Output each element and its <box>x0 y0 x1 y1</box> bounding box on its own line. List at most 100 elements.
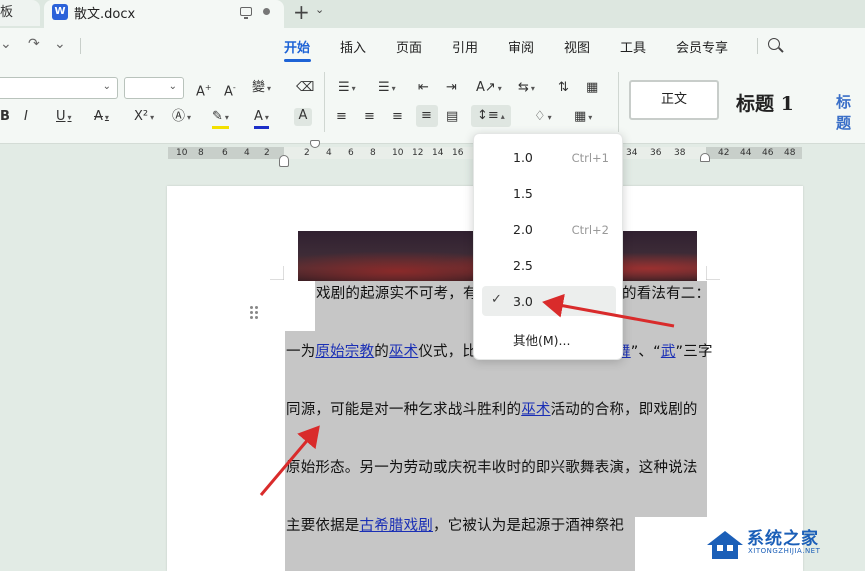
style-heading-2[interactable]: 标题 <box>836 91 865 133</box>
watermark-url: XITONGZHIJIA.NET <box>748 547 821 555</box>
redo-icon[interactable]: ↷ <box>28 36 40 52</box>
shading-bucket-icon[interactable]: ♢ ▾ <box>534 109 552 126</box>
underline-button[interactable]: U ▾ <box>56 109 72 126</box>
line-spacing-3-0[interactable]: ✓ 3.0 <box>482 286 616 316</box>
decrease-indent-icon[interactable]: ⇤ <box>418 80 429 96</box>
text-effect-icon[interactable]: Ⓐ ▾ <box>172 109 191 126</box>
line-spacing-menu: 1.0 Ctrl+1 1.5 2.0 Ctrl+2 2.5 ✓ 3.0 其他(M… <box>473 133 623 360</box>
check-icon: ✓ <box>491 292 502 307</box>
chevron-down-icon[interactable]: ⌄ <box>0 36 12 52</box>
italic-button[interactable]: I <box>24 109 28 125</box>
font-color-button[interactable]: A ▾ <box>254 109 269 129</box>
chevron-down-icon[interactable]: ⌄ <box>315 3 324 16</box>
doc-line-4: 原始形态。另一为劳动或庆祝丰收时的即兴歌舞表演，这种说法 <box>286 460 698 476</box>
doc-line-3: 同源，可能是对一种乞求战斗胜利的巫术活动的合称，即戏剧的 <box>286 401 698 419</box>
style-normal[interactable]: 正文 <box>629 80 719 120</box>
ruler-number: 14 <box>432 148 444 158</box>
align-right-icon[interactable]: ≡ <box>392 109 403 125</box>
word-document-icon: W <box>52 4 68 20</box>
text: 一为 <box>286 344 316 360</box>
house-logo-icon <box>707 531 743 559</box>
menu-page[interactable]: 页面 <box>396 37 422 56</box>
ruler-number: 8 <box>370 148 376 158</box>
superscript-button[interactable]: X² ▾ <box>134 109 154 126</box>
line-spacing-button[interactable]: ↕≡ ▴ <box>471 105 511 127</box>
ruler-number: 4 <box>244 148 250 158</box>
unsaved-dot-icon[interactable] <box>263 8 270 15</box>
link-primitive-religion[interactable]: 原始宗教 <box>315 344 374 360</box>
menu-row: ⌄ ↷ ⌄ 开始 插入 页面 引用 审阅 视图 工具 会员专享 <box>0 28 865 64</box>
left-indent-marker[interactable] <box>279 155 289 167</box>
link-greek-drama[interactable]: 古希腊戏剧 <box>360 518 434 534</box>
increase-font-icon[interactable]: A+ <box>196 80 212 100</box>
watermark-logo: 系统之家 XITONGZHIJIA.NET <box>705 519 855 567</box>
chevron-down-icon[interactable]: ⌄ <box>54 36 66 52</box>
numbered-list-icon[interactable]: ☰ ▾ <box>378 80 396 97</box>
menu-tools[interactable]: 工具 <box>620 37 646 56</box>
menu-home[interactable]: 开始 <box>284 37 310 56</box>
menu-review[interactable]: 审阅 <box>508 37 534 56</box>
distributed-align-icon[interactable]: ▤ <box>446 109 458 125</box>
font-size-select[interactable]: ⌄ <box>124 77 184 99</box>
sort-icon[interactable]: ⇅ <box>558 80 569 96</box>
watermark-text: 系统之家 <box>747 529 819 549</box>
bullet-list-icon[interactable]: ☰ ▾ <box>338 80 356 97</box>
monitor-icon[interactable] <box>240 7 252 19</box>
character-shading-button[interactable]: A <box>294 108 312 126</box>
line-spacing-other[interactable]: 其他(M)... <box>482 322 616 352</box>
chevron-down-icon: ⌄ <box>168 81 177 92</box>
font-name-select[interactable]: ⌄ <box>0 77 118 99</box>
line-spacing-2-0[interactable]: 2.0 Ctrl+2 <box>482 214 616 244</box>
text: 同源，可能是对一种乞求战斗胜利的 <box>286 402 522 418</box>
bold-button[interactable]: B <box>0 109 10 125</box>
divider <box>618 72 619 132</box>
style-heading-1[interactable]: 标题 1 <box>736 89 794 116</box>
line-spacing-1-0[interactable]: 1.0 Ctrl+1 <box>482 142 616 172</box>
right-indent-marker[interactable] <box>700 153 710 162</box>
divider <box>324 72 325 132</box>
menu-item-label: 2.0 <box>513 222 533 237</box>
menu-view[interactable]: 视图 <box>564 37 590 56</box>
text: 活动的合称，即戏剧的 <box>550 402 698 418</box>
strikethrough-button[interactable]: A ▾ <box>94 109 109 126</box>
text-direction-icon[interactable]: A↗ ▾ <box>476 80 502 97</box>
paragraph-drag-handle-icon[interactable] <box>250 306 260 320</box>
doc-line-5: 主要依据是古希腊戏剧，它被认为是起源于酒神祭祀 <box>286 517 624 535</box>
phonetic-guide-icon[interactable]: 變 ▾ <box>252 80 271 97</box>
menu-references[interactable]: 引用 <box>452 37 478 56</box>
strikethrough-label: A <box>94 109 103 124</box>
ruler-number: 48 <box>784 148 796 158</box>
doc-line-1b: 的看法有二： <box>622 286 711 302</box>
line-spacing-2-5[interactable]: 2.5 <box>482 250 616 280</box>
menu-item-label: 1.5 <box>513 186 533 201</box>
new-tab-plus-icon[interactable]: + <box>293 0 310 24</box>
justify-button[interactable]: ≡ <box>416 105 438 127</box>
chevron-down-icon: ⌄ <box>102 81 111 92</box>
link-witchcraft[interactable]: 巫术 <box>389 344 418 360</box>
tab-active-document[interactable]: W 散文.docx <box>44 0 284 28</box>
doc-line-2b: 舞”、“武”三字 <box>616 343 713 361</box>
tab-previous[interactable]: 板 <box>0 0 40 26</box>
ruler-number: 4 <box>326 148 332 158</box>
clear-format-eraser-icon[interactable]: ⌫ <box>296 80 314 96</box>
decrease-font-icon[interactable]: A- <box>224 80 236 100</box>
highlight-pen-icon[interactable]: ✎ ▾ <box>212 109 229 129</box>
borders-icon[interactable]: ▦ ▾ <box>574 109 592 126</box>
menu-insert[interactable]: 插入 <box>340 37 366 56</box>
link-witchcraft-2[interactable]: 巫术 <box>521 402 550 418</box>
divider <box>757 38 758 54</box>
search-icon[interactable] <box>768 38 780 50</box>
ruler-number: 2 <box>264 148 270 158</box>
paragraph-layout-icon[interactable]: ⇆ ▾ <box>518 80 535 97</box>
menu-member[interactable]: 会员专享 <box>676 37 728 56</box>
justify-icon: ≡ <box>421 108 432 123</box>
align-center-icon[interactable]: ≡ <box>364 109 375 125</box>
line-spacing-1-5[interactable]: 1.5 <box>482 178 616 208</box>
increase-indent-icon[interactable]: ⇥ <box>446 80 457 96</box>
text: 的 <box>374 344 389 360</box>
ruler-number: 10 <box>176 148 188 158</box>
tab-title: 散文.docx <box>74 7 136 22</box>
show-marks-icon[interactable]: ▦ <box>586 80 598 96</box>
link-wu[interactable]: 武 <box>661 344 676 360</box>
align-left-icon[interactable]: ≡ <box>336 109 347 125</box>
